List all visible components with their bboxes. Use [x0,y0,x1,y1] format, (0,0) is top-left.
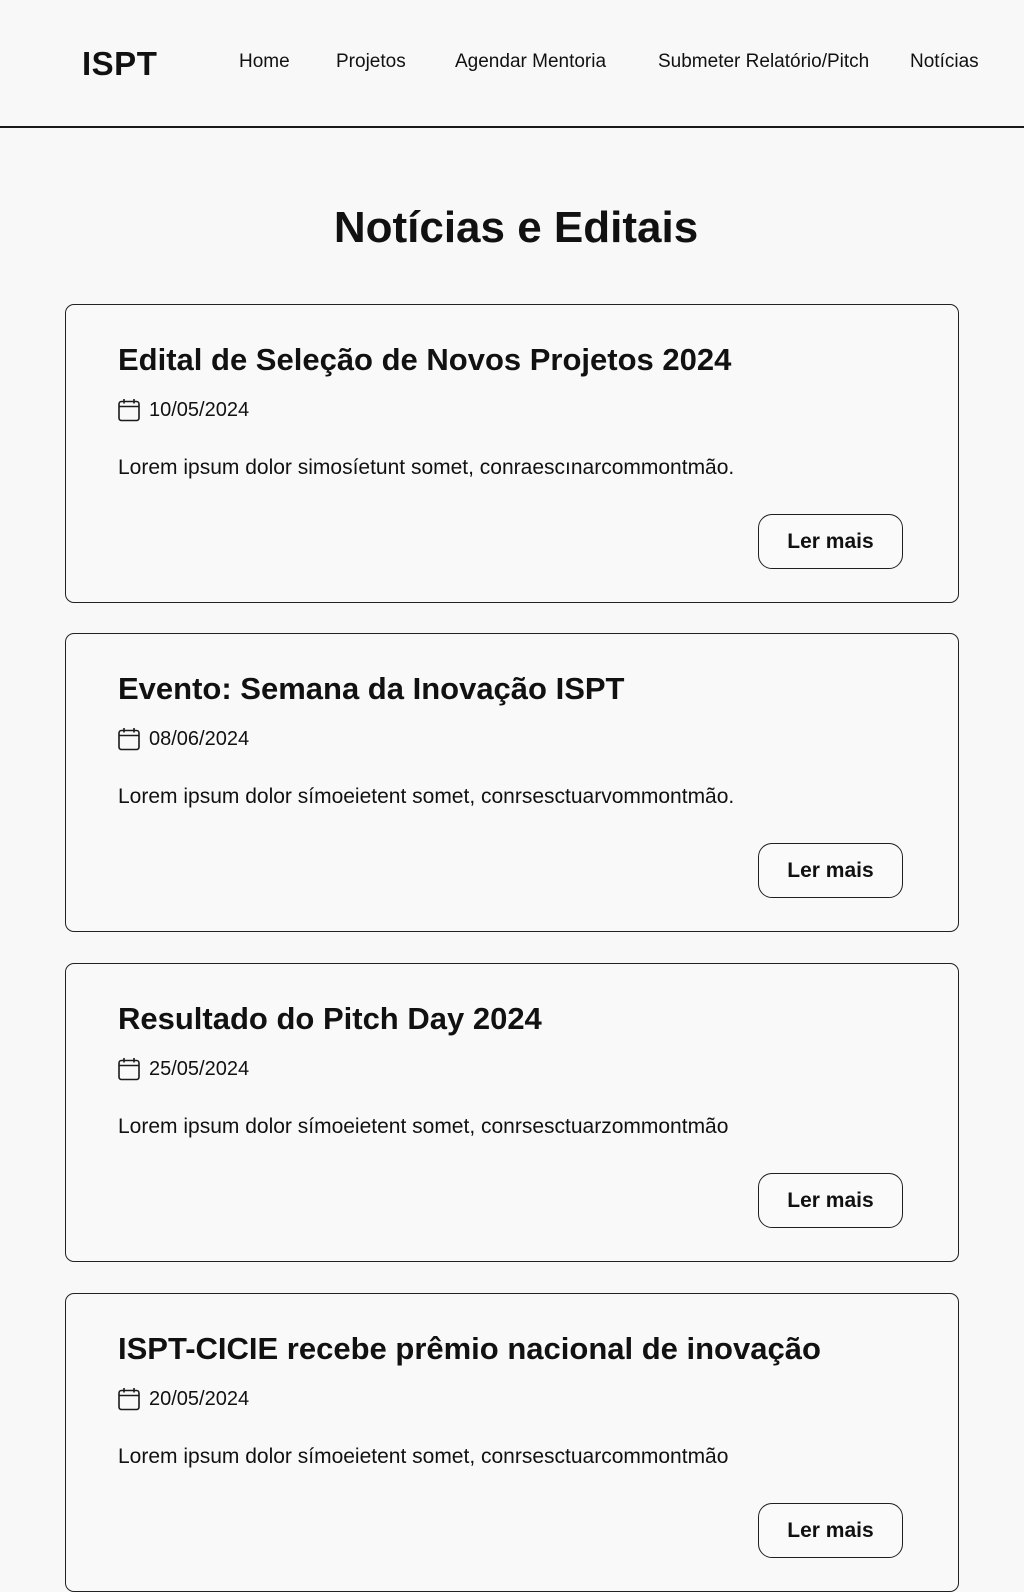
news-date-row: 08/06/2024 [118,726,249,752]
nav-link-submeter-relatorio-pitch[interactable]: Submeter Relatório/Pitch [658,50,869,74]
top-navbar: ISPT Home Projetos Agendar Mentoria Subm… [0,0,1024,128]
news-excerpt: Lorem ipsum dolor símoeietent somet, con… [118,785,735,808]
news-excerpt: Lorem ipsum dolor simosíetunt somet, con… [118,456,735,479]
calendar-icon [118,1388,140,1411]
news-title: Edital de Seleção de Novos Projetos 2024 [118,342,732,377]
read-more-button[interactable]: Ler mais [758,1173,903,1228]
nav-link-agendar-mentoria[interactable]: Agendar Mentoria [455,50,606,74]
news-card: Evento: Semana da Inovação ISPT 08/06/20… [65,633,959,932]
news-date-row: 10/05/2024 [118,397,249,423]
site-logo[interactable]: ISPT [82,44,157,84]
page-title: Notícias e Editais [333,203,699,252]
news-date-row: 20/05/2024 [118,1386,249,1412]
news-excerpt: Lorem ipsum dolor símoeietent somet, con… [118,1115,729,1138]
news-date: 10/05/2024 [149,399,250,421]
news-card: ISPT-CICIE recebe prêmio nacional de ino… [65,1293,959,1592]
read-more-button[interactable]: Ler mais [758,843,903,898]
news-title: Resultado do Pitch Day 2024 [118,1001,542,1036]
news-date: 25/05/2024 [149,1058,250,1080]
news-excerpt: Lorem ipsum dolor símoeietent somet, con… [118,1445,729,1468]
news-title: ISPT-CICIE recebe prêmio nacional de ino… [118,1331,821,1366]
news-date: 08/06/2024 [149,728,250,750]
news-date: 20/05/2024 [149,1388,250,1410]
calendar-icon [118,1058,140,1081]
calendar-icon [118,728,140,751]
nav-link-home[interactable]: Home [239,50,290,74]
news-date-row: 25/05/2024 [118,1056,249,1082]
nav-link-noticias[interactable]: Notícias [910,50,979,74]
calendar-icon [118,399,140,422]
news-card: Resultado do Pitch Day 2024 25/05/2024 L… [65,963,959,1262]
read-more-button[interactable]: Ler mais [758,1503,903,1558]
news-title: Evento: Semana da Inovação ISPT [118,671,625,706]
news-card: Edital de Seleção de Novos Projetos 2024… [65,304,959,603]
read-more-button[interactable]: Ler mais [758,514,903,569]
nav-link-projetos[interactable]: Projetos [336,50,406,74]
